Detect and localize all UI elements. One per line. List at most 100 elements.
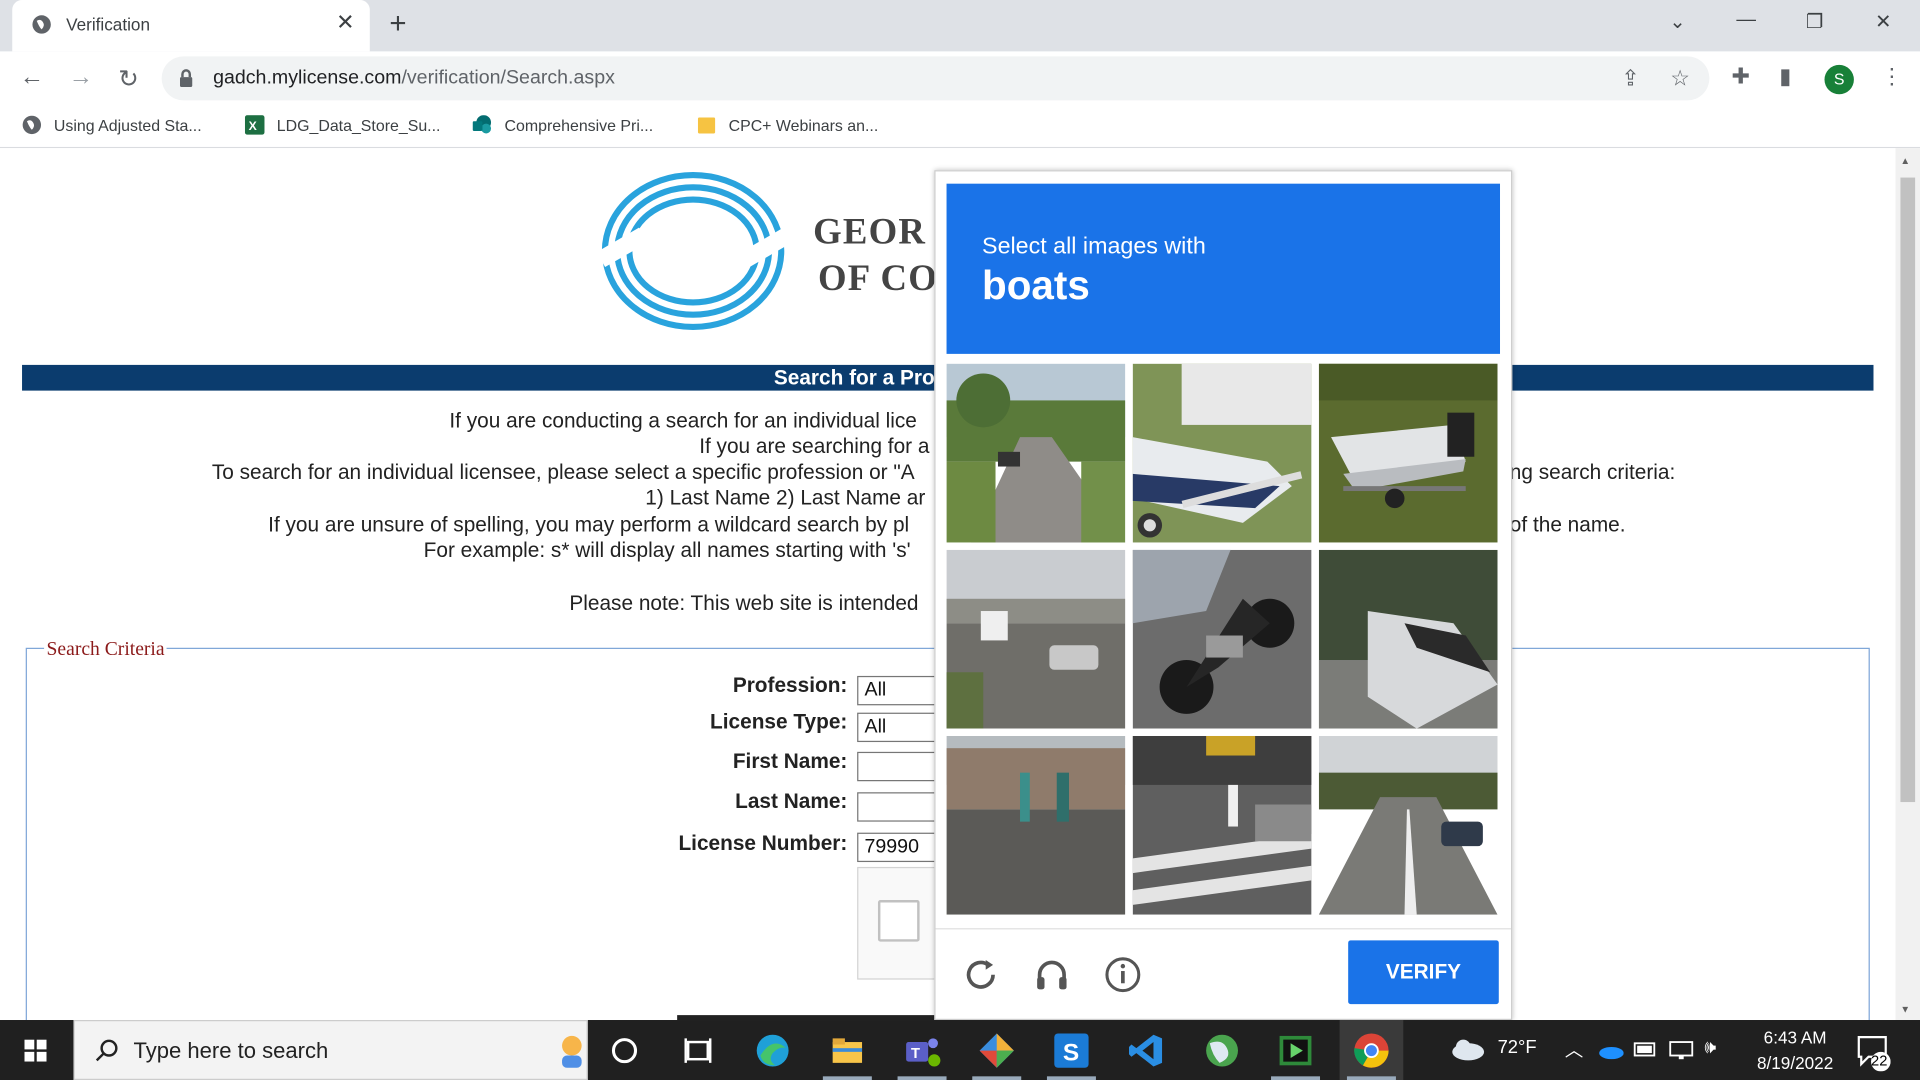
close-tab-icon[interactable]: ✕ — [333, 10, 357, 36]
captcha-tile-crosswalk[interactable] — [1132, 735, 1312, 915]
license-type-select[interactable]: All — [857, 712, 943, 743]
captcha-tile-boat[interactable] — [1318, 363, 1498, 543]
tab-search-chevron-icon[interactable]: ⌄ — [1653, 10, 1702, 34]
intro-text: If you are searching for a — [699, 434, 930, 458]
bookmarks-bar: Using Adjusted Sta... X LDG_Data_Store_Su… — [0, 105, 1920, 149]
weather-temperature[interactable]: 72°F — [1498, 1037, 1537, 1058]
scroll-up-arrow-icon[interactable]: ▲ — [1900, 156, 1910, 167]
recaptcha-checkbox[interactable] — [877, 900, 920, 942]
tab-verification[interactable]: Verification ✕ — [12, 0, 370, 52]
back-arrow-icon[interactable]: ← — [17, 64, 46, 92]
captcha-tile-street[interactable] — [946, 363, 1126, 543]
first-name-field[interactable] — [857, 751, 943, 782]
weather-cloud-icon[interactable] — [1449, 1037, 1486, 1061]
forward-arrow-icon[interactable]: → — [66, 64, 95, 92]
network-icon[interactable] — [1668, 1040, 1695, 1062]
battery-icon[interactable] — [1633, 1040, 1657, 1060]
captcha-tile-sidewalk[interactable] — [946, 735, 1126, 915]
reload-challenge-icon[interactable] — [961, 955, 1000, 994]
taskbar-search-box[interactable]: Type here to search — [73, 1020, 588, 1080]
intro-text: For example: s* will display all names s… — [423, 538, 911, 563]
tab-strip: Verification ✕ + ⌄ — ❐ ✕ — [0, 0, 1920, 52]
intro-text: If you are unsure of spelling, you may p… — [268, 513, 910, 537]
intro-text: ng search criteria: — [1509, 460, 1676, 484]
volume-icon[interactable]: 🕪 — [1705, 1037, 1717, 1058]
captcha-header: Select all images with boats — [946, 183, 1501, 354]
active-app-indicator — [897, 1076, 947, 1080]
agency-name: GEOR OF CO — [813, 211, 939, 299]
address-bar[interactable]: gadch.mylicense.com/verification/Search.… — [161, 56, 1710, 101]
close-window-button[interactable]: ✕ — [1859, 10, 1908, 34]
s-app-icon[interactable]: S — [1052, 1031, 1091, 1070]
bookmark-item[interactable]: Using Adjusted Sta... — [22, 115, 202, 135]
restore-button[interactable]: ❐ — [1790, 10, 1839, 34]
bookmark-item[interactable]: Comprehensive Pri... — [472, 115, 653, 135]
page-scrollbar[interactable]: ▲ ▼ — [1895, 148, 1920, 1021]
audio-challenge-icon[interactable] — [1032, 955, 1071, 994]
diamond-app-icon[interactable] — [977, 1031, 1016, 1070]
intro-text: To search for an individual licensee, pl… — [211, 460, 915, 484]
captcha-tile-boat[interactable] — [1318, 549, 1498, 729]
georgia-logo-icon — [597, 172, 793, 331]
notification-count: 22 — [1871, 1051, 1888, 1069]
tab-title: Verification — [66, 14, 150, 35]
captcha-tile-boat[interactable] — [1132, 363, 1312, 543]
url-text: gadch.mylicense.com/verification/Search.… — [213, 67, 615, 89]
intro-text: of the name. — [1509, 513, 1626, 537]
profile-avatar[interactable]: S — [1824, 64, 1854, 95]
captcha-tile-highway[interactable] — [946, 549, 1126, 729]
search-placeholder: Type here to search — [133, 1038, 329, 1063]
recaptcha-widget — [857, 866, 946, 980]
search-criteria-legend: Search Criteria — [44, 639, 168, 662]
active-app-indicator — [1346, 1076, 1396, 1080]
last-name-field[interactable] — [857, 792, 943, 822]
globe-app-icon[interactable] — [1202, 1031, 1241, 1070]
new-tab-button[interactable]: + — [389, 7, 406, 41]
bookmark-item[interactable]: CPC+ Webinars an... — [697, 115, 878, 135]
active-app-indicator — [1271, 1076, 1321, 1080]
captcha-target: boats — [982, 262, 1090, 308]
edge-browser-icon[interactable] — [753, 1031, 792, 1070]
intro-text: 1) Last Name 2) Last Name ar — [645, 486, 926, 510]
side-panel-icon[interactable]: ▮ — [1779, 64, 1791, 90]
windows-taskbar: Type here to search T S 72°F ︿ 🕪 6:43 AM… — [0, 1020, 1920, 1080]
svg-text:S: S — [1063, 1039, 1079, 1066]
reload-icon[interactable]: ↻ — [114, 64, 143, 95]
captcha-tile-motorcycle[interactable] — [1132, 549, 1312, 729]
svg-text:T: T — [911, 1046, 920, 1062]
file-explorer-icon[interactable] — [828, 1031, 867, 1070]
active-app-indicator — [1046, 1076, 1096, 1080]
media-player-icon[interactable] — [1276, 1031, 1315, 1070]
chrome-icon[interactable] — [1352, 1031, 1391, 1070]
globe-icon — [22, 115, 42, 135]
vscode-icon[interactable] — [1127, 1031, 1166, 1070]
minimize-button[interactable]: — — [1722, 10, 1771, 32]
profession-select[interactable]: All — [857, 675, 943, 706]
scroll-down-arrow-icon[interactable]: ▼ — [1900, 1004, 1910, 1015]
scrollbar-thumb[interactable] — [1900, 177, 1916, 803]
teams-icon[interactable]: T — [902, 1031, 941, 1070]
windows-start-icon[interactable] — [24, 1039, 47, 1062]
excel-icon: X — [244, 115, 265, 135]
captcha-footer-divider — [935, 928, 1512, 930]
last-name-label: Last Name: — [735, 789, 848, 814]
extensions-puzzle-icon[interactable]: ✚ — [1731, 64, 1749, 90]
captcha-tile-road[interactable] — [1318, 735, 1498, 915]
cortana-icon[interactable] — [605, 1031, 644, 1070]
captcha-instruction: Select all images with — [982, 233, 1206, 260]
menu-kebab-icon[interactable]: ⋮ — [1881, 64, 1903, 90]
taskbar-clock[interactable]: 6:43 AM 8/19/2022 — [1744, 1025, 1847, 1076]
license-number-field[interactable]: 79990 — [857, 832, 943, 863]
bookmark-item[interactable]: X LDG_Data_Store_Su... — [244, 115, 440, 135]
verify-button[interactable]: VERIFY — [1348, 940, 1499, 1005]
license-number-label: License Number: — [678, 831, 848, 855]
onedrive-icon[interactable] — [1597, 1042, 1624, 1060]
lock-icon — [180, 69, 193, 87]
info-icon[interactable] — [1103, 955, 1142, 994]
bookmark-star-icon[interactable]: ☆ — [1670, 66, 1690, 92]
show-hidden-icons-chevron-icon[interactable]: ︿ — [1565, 1037, 1583, 1063]
active-app-indicator — [972, 1076, 1022, 1080]
intro-text: If you are conducting a search for an in… — [449, 408, 917, 433]
share-icon[interactable]: ⇪ — [1621, 66, 1639, 92]
task-view-icon[interactable] — [678, 1031, 717, 1070]
